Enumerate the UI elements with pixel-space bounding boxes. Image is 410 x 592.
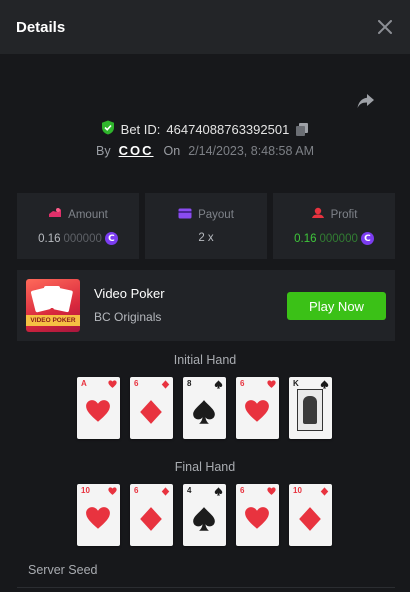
card-rank: K: [293, 379, 299, 388]
play-now-button[interactable]: Play Now: [287, 292, 386, 320]
playing-card: 6: [130, 377, 173, 439]
profit-stat: Profit 0.16 000000 C: [273, 193, 395, 259]
game-provider: BC Originals: [94, 310, 162, 324]
king-face-icon: [297, 389, 323, 431]
spades-suit-icon: [320, 380, 329, 389]
playing-card: A: [77, 377, 120, 439]
card-rank: 8: [187, 379, 192, 388]
card-rank: 6: [134, 486, 139, 495]
hearts-large-icon: [245, 507, 269, 529]
amount-label: Amount: [68, 208, 108, 221]
divider: [17, 587, 395, 588]
card-rank: 10: [293, 486, 302, 495]
diamonds-suit-icon: [161, 380, 170, 389]
playing-card: 10: [77, 484, 120, 546]
details-header: Details: [0, 0, 410, 54]
dialog-title: Details: [16, 18, 66, 36]
hearts-suit-icon: [108, 487, 117, 495]
bet-date: 2/14/2023, 8:48:58 AM: [188, 143, 314, 158]
amount-icon: [48, 207, 62, 222]
profit-icon: [311, 207, 325, 222]
playing-card: K: [289, 377, 332, 439]
playing-card: 10: [289, 484, 332, 546]
profit-label: Profit: [330, 208, 358, 221]
thumbnail-text: VIDEO POKER: [26, 315, 80, 326]
card-rank: 6: [134, 379, 139, 388]
initial-hand-label: Initial Hand: [173, 353, 237, 367]
diamonds-suit-icon: [161, 487, 170, 496]
bc-coin-icon: C: [104, 232, 118, 245]
card-rank: A: [81, 379, 87, 388]
by-label: By: [96, 143, 111, 158]
hearts-large-icon: [86, 507, 110, 529]
profit-value-decimals: 000000: [319, 232, 358, 245]
share-icon[interactable]: [356, 92, 376, 110]
amount-value-decimals: 000000: [63, 232, 102, 245]
stats-panel: Amount 0.16 000000 C Payout 2 x Profit 0.…: [17, 193, 395, 259]
bet-id-row: Bet ID: 46474088763392501: [0, 120, 410, 138]
payout-value: 2 x: [198, 232, 214, 244]
close-icon[interactable]: [374, 16, 396, 38]
diamonds-suit-icon: [320, 487, 329, 496]
profit-value: 0.16: [294, 232, 317, 245]
on-label: On: [163, 143, 181, 158]
user-link[interactable]: COC: [119, 143, 154, 158]
amount-stat: Amount 0.16 000000 C: [17, 193, 139, 259]
playing-card: 6: [236, 484, 279, 546]
playing-card: 6: [130, 484, 173, 546]
payout-stat: Payout 2 x: [145, 193, 267, 259]
copy-icon[interactable]: [295, 122, 309, 136]
bet-id-value: 46474088763392501: [166, 121, 290, 137]
video-poker-thumbnail[interactable]: VIDEO POKER: [26, 279, 80, 332]
diamonds-large-icon: [299, 507, 321, 531]
playing-card: 8: [183, 377, 226, 439]
payout-label: Payout: [198, 209, 234, 221]
playing-card: 6: [236, 377, 279, 439]
spades-suit-icon: [214, 487, 223, 496]
amount-value: 0.16: [38, 232, 61, 245]
final-hand-cards: 10 6 4 6 10: [77, 484, 335, 546]
final-hand-label: Final Hand: [174, 460, 236, 474]
card-rank: 6: [240, 379, 245, 388]
bet-meta-row: By COC On 2/14/2023, 8:48:58 AM: [0, 143, 410, 158]
game-card: VIDEO POKER Video Poker BC Originals Pla…: [17, 270, 395, 341]
hearts-large-icon: [245, 400, 269, 422]
verified-shield-icon: [101, 120, 115, 138]
card-rank: 10: [81, 486, 90, 495]
bet-id-label: Bet ID:: [120, 121, 161, 137]
hearts-suit-icon: [108, 380, 117, 388]
diamonds-large-icon: [140, 400, 162, 424]
initial-hand-cards: A 6 8 6 K: [77, 377, 335, 439]
card-rank: 4: [187, 486, 192, 495]
hearts-suit-icon: [267, 380, 276, 388]
card-rank: 6: [240, 486, 245, 495]
spades-large-icon: [193, 400, 215, 424]
bc-coin-icon: C: [360, 232, 374, 245]
diamonds-large-icon: [140, 507, 162, 531]
hearts-large-icon: [86, 400, 110, 422]
payout-card-icon: [178, 208, 192, 222]
server-seed-label: Server Seed: [28, 563, 98, 577]
hearts-suit-icon: [267, 487, 276, 495]
spades-suit-icon: [214, 380, 223, 389]
playing-card: 4: [183, 484, 226, 546]
spades-large-icon: [193, 507, 215, 531]
game-name: Video Poker: [94, 286, 165, 301]
